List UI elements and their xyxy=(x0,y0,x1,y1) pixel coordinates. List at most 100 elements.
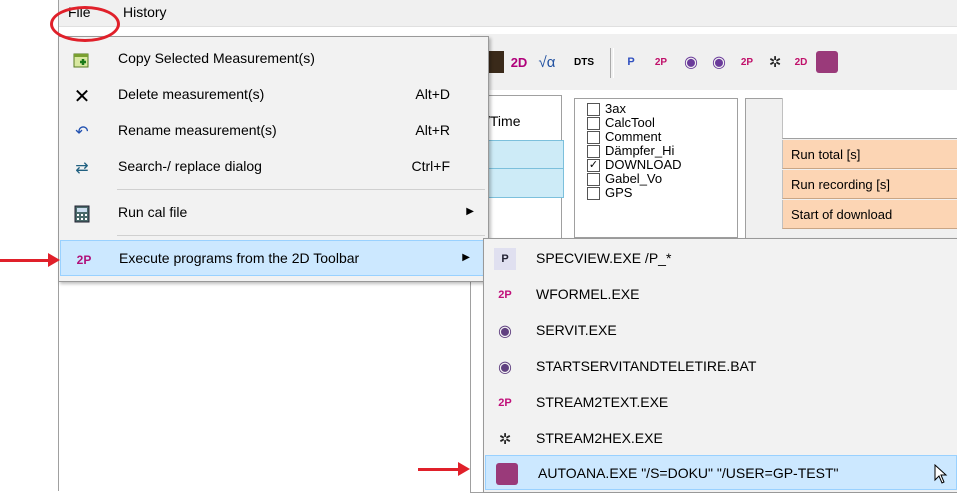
checklist-item[interactable]: Dämpfer_Hi xyxy=(587,144,674,158)
checkbox[interactable] xyxy=(587,144,600,158)
checkbox[interactable] xyxy=(587,130,600,144)
menu-separator xyxy=(117,235,485,236)
time-column-header[interactable]: /Time xyxy=(486,113,520,129)
checklist-item[interactable]: Comment xyxy=(587,130,661,144)
delete-x-icon: ✕ xyxy=(73,85,91,108)
submenu-item-stream2text[interactable]: 2P STREAM2TEXT.EXE xyxy=(484,385,957,420)
submenu-item-autoana[interactable]: AUTOANA.EXE "/S=DOKU" "/USER=GP-TEST" xyxy=(485,455,957,490)
toolbar-separator xyxy=(610,48,614,78)
toolbar-dts-label: DTS xyxy=(574,56,594,68)
menu-item-label: Rename measurement(s) xyxy=(118,122,277,138)
specview-p-icon: P xyxy=(494,248,516,270)
2d-toolbar-icon: 2P xyxy=(76,253,92,267)
toolbar-2d-icon[interactable]: 2D xyxy=(790,51,812,73)
menu-item-label: Run cal file xyxy=(118,204,188,220)
checklist-item[interactable]: Gabel_Vo xyxy=(587,172,662,186)
checklist-label: 3ax xyxy=(605,101,626,116)
annotation-arrow-line xyxy=(0,259,50,262)
checklist-label: DOWNLOAD xyxy=(605,157,682,172)
submenu-item-label: STARTSERVITANDTELETIRE.BAT xyxy=(536,358,757,374)
stream2hex-icon: ✲ xyxy=(498,431,512,448)
annotation-arrow-head xyxy=(48,253,60,267)
menu-item-label: Copy Selected Measurement(s) xyxy=(118,50,315,66)
checklist-label: Dämpfer_Hi xyxy=(605,143,675,158)
menu-item-shortcut: Alt+D xyxy=(415,86,450,102)
submenu-item-label: STREAM2TEXT.EXE xyxy=(536,394,669,410)
toolbar-2p-icon[interactable]: 2P xyxy=(650,51,672,73)
submenu-item-startservit[interactable]: ◉ STARTSERVITANDTELETIRE.BAT xyxy=(484,349,957,384)
channel-checklist: 3ax CalcTool Comment Dämpfer_Hi ✓ DOWNLO… xyxy=(574,98,738,238)
menu-item-label: Search-/ replace dialog xyxy=(118,158,262,174)
checklist-item[interactable]: 3ax xyxy=(587,102,626,116)
toolbar-2d-label: 2D xyxy=(510,54,528,70)
menu-item-shortcut: Ctrl+F xyxy=(411,158,451,174)
annotation-arrow-line xyxy=(418,468,460,471)
checkbox-checked[interactable]: ✓ xyxy=(587,158,600,172)
checklist-item[interactable]: CalcTool xyxy=(587,116,655,130)
info-panel-header xyxy=(782,98,957,139)
menu-item-shortcut: Alt+R xyxy=(415,122,450,138)
toolbar-programs-submenu: P SPECVIEW.EXE /P_* 2P WFORMEL.EXE ◉ SER… xyxy=(483,238,957,493)
toolbar-servit-teletire-icon[interactable]: ◉ xyxy=(708,51,730,73)
annotation-arrow-head xyxy=(458,462,470,476)
menu-item-label: Delete measurement(s) xyxy=(118,86,265,102)
servit-icon: ◉ xyxy=(498,323,512,340)
toolbar-sqrt-icon[interactable]: √α xyxy=(536,51,558,73)
autoana-avatar-icon xyxy=(496,463,518,485)
mouse-cursor-icon xyxy=(934,464,948,484)
menu-item-run-cal-file[interactable]: Run cal file ▶ xyxy=(59,195,488,231)
menu-bar: File History xyxy=(59,0,957,27)
submenu-item-label: STREAM2HEX.EXE xyxy=(536,430,663,446)
submenu-item-label: AUTOANA.EXE "/S=DOKU" "/USER=GP-TEST" xyxy=(538,465,839,481)
submenu-item-label: WFORMEL.EXE xyxy=(536,286,640,302)
rename-undo-icon: ↶ xyxy=(75,124,89,141)
checklist-label: Comment xyxy=(605,129,662,144)
menu-item-execute-2d-toolbar[interactable]: 2P Execute programs from the 2D Toolbar … xyxy=(60,240,484,276)
calculator-icon xyxy=(71,203,93,225)
toolbar-p-label: P xyxy=(627,56,635,68)
menu-item-search-replace[interactable]: ⇄ Search-/ replace dialog Ctrl+F xyxy=(59,149,488,185)
menu-item-delete-measurements[interactable]: ✕ Delete measurement(s) Alt+D xyxy=(59,77,488,113)
toolbar-stream2text-icon[interactable]: 2P xyxy=(736,51,758,73)
stream2text-icon: 2P xyxy=(498,397,512,409)
checklist-item[interactable]: ✓ DOWNLOAD xyxy=(587,158,682,172)
search-replace-icon: ⇄ xyxy=(75,160,89,177)
submenu-item-servit[interactable]: ◉ SERVIT.EXE xyxy=(484,313,957,348)
toolbar-p-icon[interactable]: P xyxy=(620,51,642,73)
submenu-item-specview[interactable]: P SPECVIEW.EXE /P_* xyxy=(484,241,957,276)
file-menu: Copy Selected Measurement(s) ✕ Delete me… xyxy=(58,36,489,282)
menu-item-copy-measurements[interactable]: Copy Selected Measurement(s) xyxy=(59,41,488,77)
checklist-label: Gabel_Vo xyxy=(605,171,663,186)
info-row-run-total: Run total [s] xyxy=(782,140,957,169)
checkbox[interactable] xyxy=(587,102,600,116)
checkbox[interactable] xyxy=(587,172,600,186)
wformel-2d-icon: 2P xyxy=(498,289,512,301)
submenu-item-stream2hex[interactable]: ✲ STREAM2HEX.EXE xyxy=(484,421,957,456)
toolbar: 2D √α DTS P 2P ◉ ◉ 2P ✲ 2D xyxy=(470,34,957,90)
menu-history[interactable]: History xyxy=(123,4,167,20)
servit-teletire-icon: ◉ xyxy=(498,359,512,376)
toolbar-sqrt-label: √α xyxy=(538,53,556,71)
toolbar-stream2hex-icon[interactable]: ✲ xyxy=(764,51,786,73)
toolbar-dts-icon[interactable]: DTS xyxy=(570,51,598,73)
toolbar-servit-icon[interactable]: ◉ xyxy=(680,51,702,73)
submenu-item-label: SPECVIEW.EXE /P_* xyxy=(536,250,672,266)
checklist-label: CalcTool xyxy=(605,115,655,130)
submenu-item-wformel[interactable]: 2P WFORMEL.EXE xyxy=(484,277,957,312)
submenu-item-label: SERVIT.EXE xyxy=(536,322,617,338)
menu-separator xyxy=(117,189,485,190)
annotation-circle xyxy=(50,6,120,42)
checkbox[interactable] xyxy=(587,116,600,130)
submenu-arrow-icon: ▶ xyxy=(462,252,470,263)
info-row-start-download: Start of download xyxy=(782,200,957,229)
checklist-label: GPS xyxy=(605,185,633,200)
toolbar-2d-table-icon[interactable]: 2D xyxy=(508,51,530,73)
checklist-item[interactable]: GPS xyxy=(587,186,632,200)
copy-plus-icon xyxy=(71,49,93,71)
submenu-arrow-icon: ▶ xyxy=(466,206,474,217)
toolbar-autoana-icon[interactable] xyxy=(816,51,838,73)
info-row-run-recording: Run recording [s] xyxy=(782,170,957,199)
checkbox[interactable] xyxy=(587,186,600,200)
menu-item-label: Execute programs from the 2D Toolbar xyxy=(119,250,360,266)
menu-item-rename-measurements[interactable]: ↶ Rename measurement(s) Alt+R xyxy=(59,113,488,149)
